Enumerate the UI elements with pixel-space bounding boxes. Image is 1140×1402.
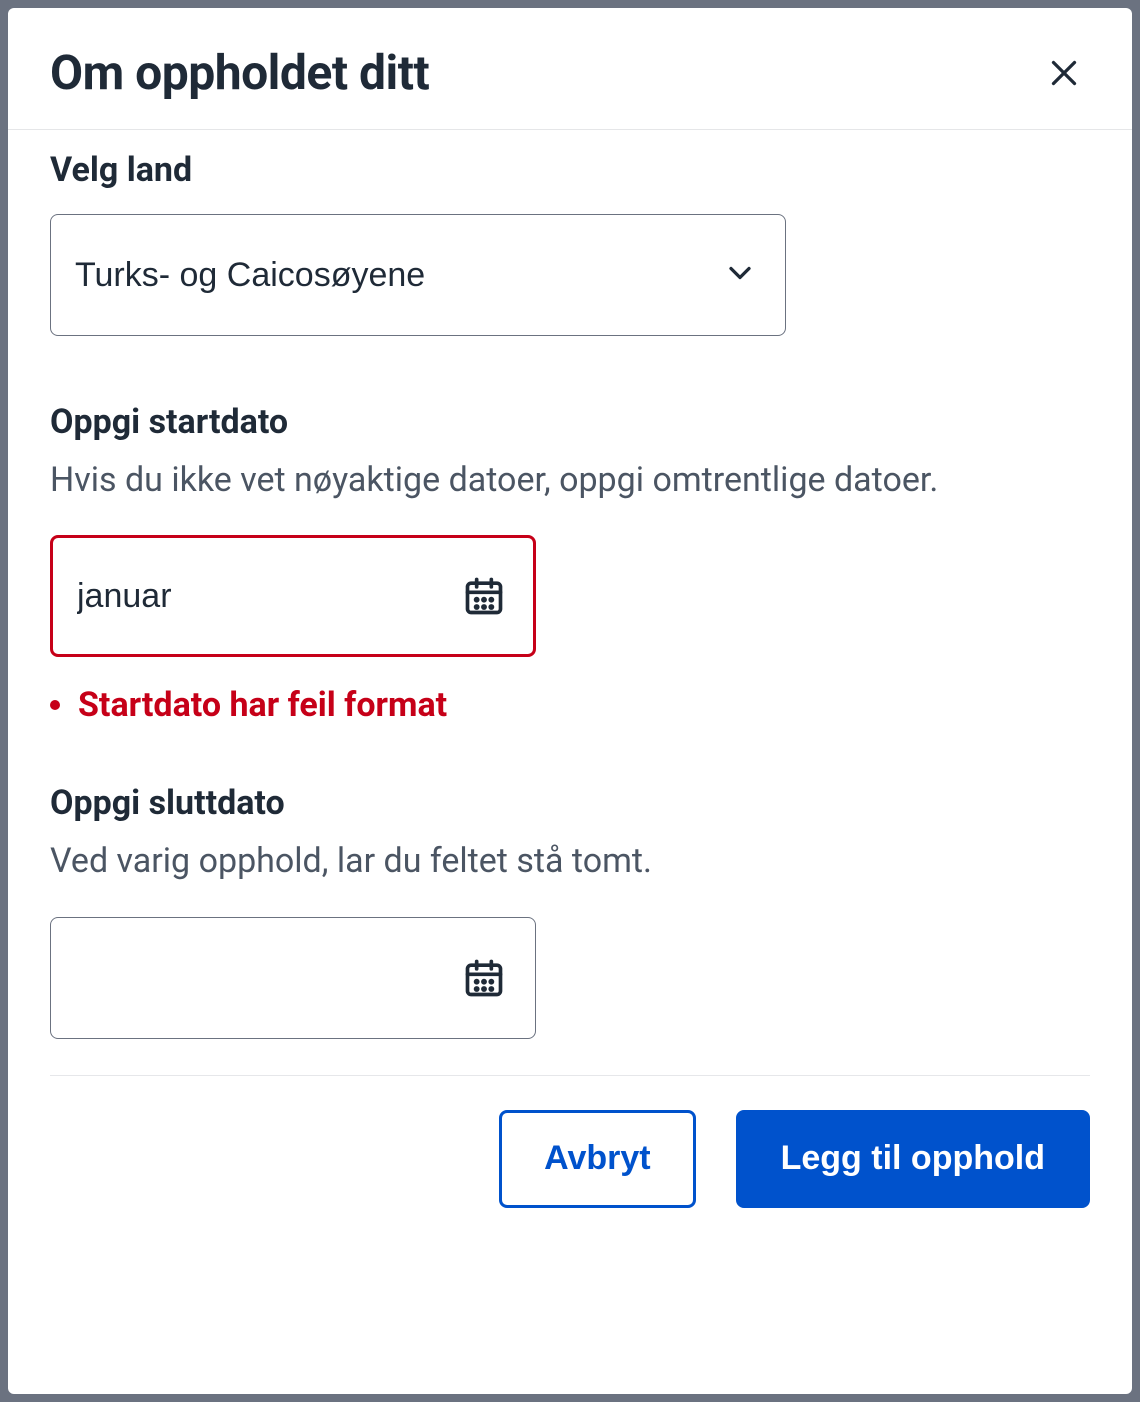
calendar-icon xyxy=(462,574,506,618)
dialog-body: Velg land Turks- og Caicosøyene Oppgi st… xyxy=(8,130,1132,1394)
end-date-label: Oppgi sluttdato xyxy=(50,783,1090,823)
submit-button[interactable]: Legg til opphold xyxy=(736,1110,1090,1208)
end-date-field xyxy=(50,917,536,1039)
dialog-footer: Avbryt Legg til opphold xyxy=(50,1075,1090,1208)
start-date-help: Hvis du ikke vet nøyaktige datoer, oppgi… xyxy=(50,456,1090,505)
end-date-calendar-button[interactable] xyxy=(452,946,516,1010)
country-label: Velg land xyxy=(50,150,1090,190)
cancel-button[interactable]: Avbryt xyxy=(499,1110,695,1208)
start-date-label: Oppgi startdato xyxy=(50,402,1090,442)
close-icon xyxy=(1046,55,1082,91)
error-bullet-icon xyxy=(50,700,60,710)
start-date-field xyxy=(50,535,536,657)
country-select[interactable]: Turks- og Caicosøyene xyxy=(50,214,786,336)
calendar-icon xyxy=(462,956,506,1000)
close-button[interactable] xyxy=(1038,47,1090,99)
country-select-wrap: Turks- og Caicosøyene xyxy=(50,214,786,336)
end-date-block: Oppgi sluttdato Ved varig opphold, lar d… xyxy=(50,783,1090,1038)
dialog-title: Om oppholdet ditt xyxy=(50,44,429,101)
about-stay-dialog: Om oppholdet ditt Velg land Turks- og Ca… xyxy=(8,8,1132,1394)
dialog-header: Om oppholdet ditt xyxy=(8,8,1132,130)
start-date-calendar-button[interactable] xyxy=(452,564,516,628)
country-selected-value: Turks- og Caicosøyene xyxy=(75,256,425,294)
end-date-help: Ved varig opphold, lar du feltet stå tom… xyxy=(50,837,1090,886)
start-date-error-text: Startdato har feil format xyxy=(78,685,447,725)
start-date-error: Startdato har feil format xyxy=(50,685,1090,725)
